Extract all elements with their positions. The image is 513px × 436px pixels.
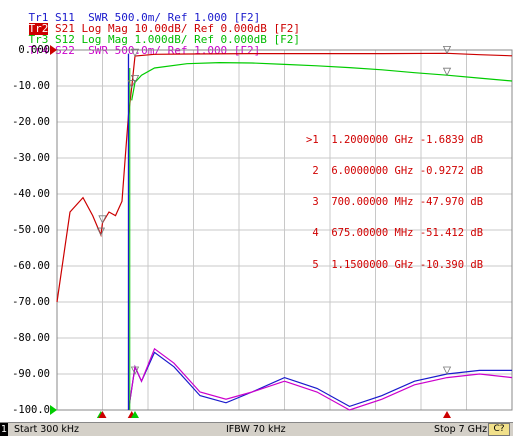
trace-line-s12	[131, 61, 513, 101]
marker-triangle	[442, 366, 452, 375]
marker-num: 2	[306, 165, 319, 178]
marker-freq: 675.00000 MHz	[331, 227, 414, 240]
marker-value: -10.390 dB	[419, 258, 484, 271]
ifbw-setting[interactable]: IFBW 70 kHz	[226, 423, 286, 436]
stimulus-marker-triangle	[442, 411, 451, 418]
marker-num: >1	[306, 133, 319, 146]
y-tick-label: -40.00	[12, 188, 50, 200]
calibration-status-badge[interactable]: C?	[488, 423, 510, 436]
y-tick-label: -60.00	[12, 260, 50, 272]
marker-freq: 6.0000000 GHz	[331, 165, 414, 178]
marker-freq: 1.2000000 GHz	[331, 133, 414, 146]
marker-value: -51.412 dB	[419, 227, 484, 240]
channel-indicator[interactable]: 1	[0, 423, 8, 436]
y-tick-label: -80.00	[12, 332, 50, 344]
marker-triangle	[442, 67, 452, 77]
y-tick-label: -90.00	[12, 368, 50, 380]
marker-value: -1.6839 dB	[419, 133, 484, 146]
marker-row-1[interactable]: >1 1.2000000 GHz -1.6839 dB	[306, 133, 484, 146]
y-tick-label: -100.0	[12, 404, 50, 416]
marker-freq: 1.1500000 GHz	[331, 258, 414, 271]
marker-row-2[interactable]: 2 6.0000000 GHz -0.9272 dB	[306, 165, 484, 178]
marker-value: -47.970 dB	[419, 196, 484, 209]
stop-frequency[interactable]: Stop 7 GHz	[434, 423, 487, 436]
marker-freq: 700.00000 MHz	[331, 196, 414, 209]
trace-line-s11	[127, 351, 512, 411]
marker-num: 4	[306, 227, 319, 240]
marker-num: 3	[306, 196, 319, 209]
marker-row-4[interactable]: 4 675.00000 MHz -51.412 dB	[306, 227, 484, 240]
y-tick-label: 0.000	[18, 44, 50, 56]
marker-row-5[interactable]: 5 1.1500000 GHz -10.390 dB	[306, 258, 484, 271]
marker-table: >1 1.2000000 GHz -1.6839 dB 2 6.0000000 …	[306, 114, 483, 281]
y-tick-label: -30.00	[12, 152, 50, 164]
marker-num: 5	[306, 258, 319, 271]
marker-row-3[interactable]: 3 700.00000 MHz -47.970 dB	[306, 196, 484, 209]
ref-level-s21-arrow	[50, 45, 57, 55]
ref-level-s12-arrow	[50, 405, 57, 415]
marker-value: -0.9272 dB	[419, 165, 484, 178]
start-frequency[interactable]: Start 300 kHz	[14, 423, 79, 436]
y-tick-label: -10.00	[12, 80, 50, 92]
y-tick-label: -20.00	[12, 116, 50, 128]
y-tick-label: -50.00	[12, 224, 50, 236]
y-tick-label: -70.00	[12, 296, 50, 308]
status-bar: 1 Start 300 kHz IFBW 70 kHz Stop 7 GHz C…	[0, 422, 513, 436]
